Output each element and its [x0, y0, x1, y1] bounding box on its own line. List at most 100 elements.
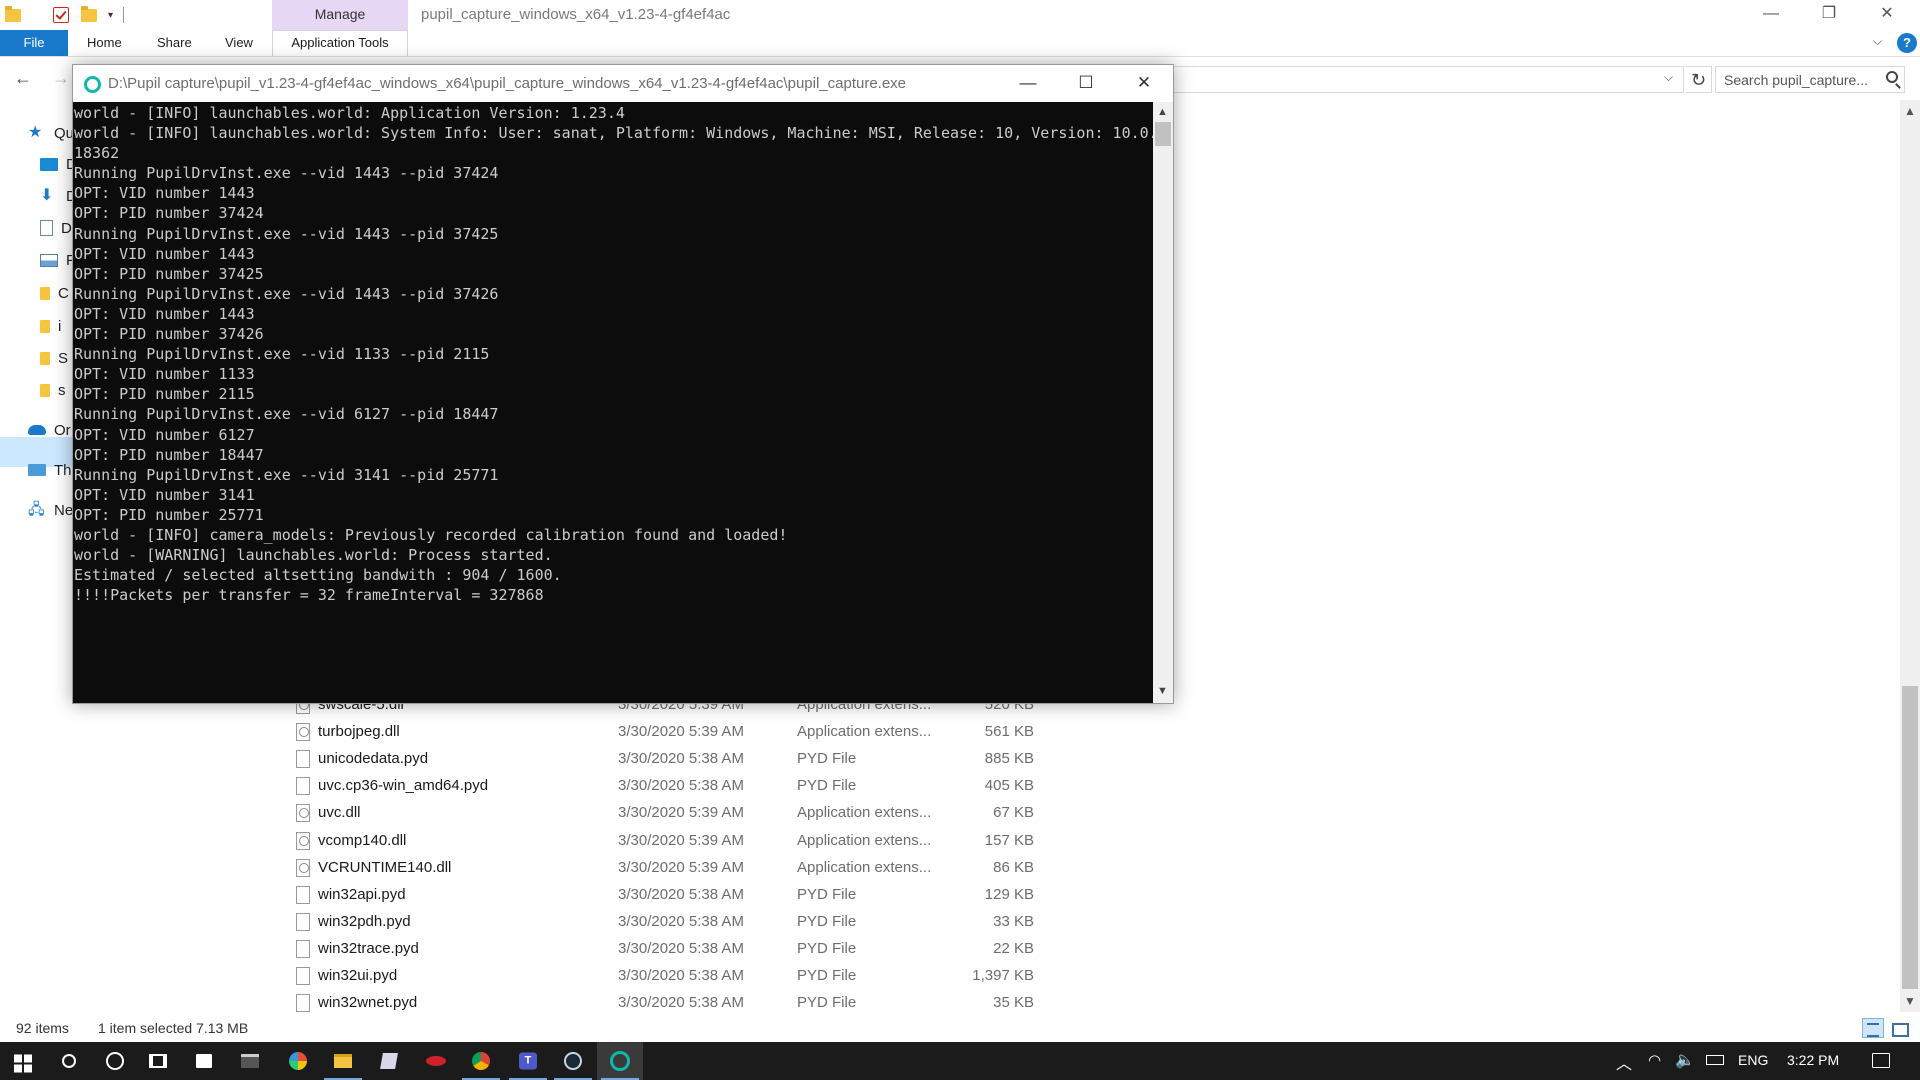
search-input[interactable]: Search pupil_capture... [1715, 66, 1905, 93]
nav-item[interactable]: S [40, 343, 68, 373]
battery-icon[interactable] [1706, 1055, 1724, 1065]
folder-icon [40, 286, 50, 300]
tab-home[interactable]: Home [87, 30, 122, 56]
notification-icon[interactable] [1872, 1053, 1890, 1068]
console-line: !!!!Packets per transfer = 32 frameInter… [74, 586, 544, 605]
ribbon-tabs: File Home Share View Application Tools ⌵… [0, 30, 1920, 56]
steam-taskbar-button[interactable] [550, 1042, 596, 1080]
wifi-icon[interactable]: ◠ [1648, 1051, 1661, 1069]
nav-item[interactable]: P [40, 245, 76, 275]
file-row[interactable]: uvc.dll 3/30/2020 5:39 AM Application exte… [290, 800, 1050, 827]
file-row[interactable]: win32pdh.pyd 3/30/2020 5:38 AM PYD File 33 … [290, 909, 1050, 936]
back-arrow-icon[interactable]: ← [14, 68, 32, 89]
search-placeholder: Search pupil_capture... [1724, 72, 1868, 88]
language-indicator[interactable]: ENG [1738, 1052, 1768, 1068]
console-line: OPT: PID number 25771 [74, 505, 264, 524]
pupil-capture-taskbar-button[interactable] [597, 1042, 643, 1080]
file-type: PYD File [797, 939, 857, 957]
manage-contextual-tab[interactable]: Manage [272, 0, 408, 30]
game-app-taskbar-button[interactable] [413, 1042, 459, 1080]
search-icon [62, 1054, 76, 1068]
file-size: 885 KB [984, 750, 1034, 768]
large-icons-view-icon[interactable] [1888, 1018, 1910, 1038]
tab-file[interactable]: File [0, 30, 68, 56]
chevron-up-icon[interactable]: ︿ [1616, 1050, 1632, 1074]
restore-button[interactable]: ❐ [1800, 0, 1858, 30]
refresh-icon[interactable]: ↻ [1686, 66, 1712, 93]
notes-taskbar-button[interactable] [366, 1042, 412, 1080]
tab-view[interactable]: View [225, 30, 253, 56]
file-row[interactable]: VCRUNTIME140.dll 3/30/2020 5:39 AM Applica… [290, 855, 1050, 882]
cortana-icon [106, 1052, 124, 1070]
file-row[interactable]: win32ui.pyd 3/30/2020 5:38 AM PYD File 1,39… [290, 963, 1050, 990]
file-row[interactable]: win32api.pyd 3/30/2020 5:38 AM PYD File 129… [290, 882, 1050, 909]
explorer-window-title: pupil_capture_windows_x64_v1.23-4-gf4ef4… [421, 6, 731, 23]
properties-icon[interactable] [52, 6, 70, 24]
console-scrollbar[interactable]: ▲ ▼ [1153, 102, 1173, 703]
tab-share[interactable]: Share [157, 30, 192, 56]
search-taskbar-button[interactable] [46, 1042, 92, 1080]
chevron-down-icon[interactable]: ⌵ [1664, 70, 1673, 85]
start-taskbar-button[interactable] [0, 1042, 46, 1080]
teams-taskbar-button[interactable]: T [505, 1042, 551, 1080]
console-output[interactable]: world - [INFO] launchables.world: Applic… [73, 102, 1153, 703]
toolbar-divider [123, 7, 125, 23]
file-explorer-taskbar-button[interactable] [320, 1042, 366, 1080]
cortana-taskbar-button[interactable] [92, 1042, 138, 1080]
file-date-modified: 3/30/2020 5:38 AM [618, 777, 744, 795]
task-view-taskbar-button[interactable] [135, 1042, 181, 1080]
scrollbar-thumb[interactable] [1902, 686, 1918, 989]
file-type: PYD File [797, 912, 857, 930]
file-row[interactable]: vcomp140.dll 3/30/2020 5:39 AM Application… [290, 828, 1050, 855]
nav-item[interactable]: Or [28, 415, 71, 445]
address-bar[interactable] [1170, 66, 1684, 93]
scroll-down-icon[interactable]: ▼ [1157, 685, 1168, 697]
tab-application-tools[interactable]: Application Tools [272, 30, 408, 56]
chevron-down-icon[interactable]: ⌵ [1873, 34, 1882, 49]
ribbon-divider [0, 56, 1920, 57]
file-icon [296, 912, 310, 931]
console-maximize-button[interactable]: ☐ [1057, 65, 1115, 102]
terminal-taskbar-button[interactable] [227, 1042, 273, 1080]
console-minimize-button[interactable]: — [999, 65, 1057, 102]
file-row[interactable]: unicodedata.pyd 3/30/2020 5:38 AM PYD File… [290, 746, 1050, 773]
dll-file-icon [296, 723, 310, 742]
nav-item-label: Qu [54, 124, 75, 142]
help-icon[interactable]: ? [1897, 33, 1917, 53]
console-close-button[interactable]: ✕ [1115, 65, 1173, 102]
store-icon [196, 1054, 212, 1068]
console-line: OPT: VID number 3141 [74, 485, 255, 504]
scroll-down-icon[interactable]: ▼ [1904, 994, 1916, 1008]
pinwheel-app-taskbar-button[interactable] [275, 1042, 321, 1080]
file-row[interactable]: turbojpeg.dll 3/30/2020 5:39 AM Applicatio… [290, 719, 1050, 746]
file-name: uvc.cp36-win_amd64.pyd [318, 777, 489, 795]
close-button[interactable]: ✕ [1858, 0, 1916, 30]
nav-item[interactable]: D [40, 213, 72, 243]
console-title-bar: D:\Pupil capture\pupil_v1.23-4-gf4ef4ac_… [73, 65, 1173, 102]
scrollbar-thumb[interactable] [1155, 122, 1171, 146]
steam-icon [564, 1052, 582, 1070]
console-line: world - [WARNING] launchables.world: Pro… [74, 546, 553, 565]
forward-arrow-icon[interactable]: → [52, 68, 70, 89]
store-taskbar-button[interactable] [181, 1042, 227, 1080]
nav-item[interactable]: Th [28, 455, 72, 485]
new-folder-icon[interactable] [80, 6, 98, 24]
nav-item[interactable]: 🖧 Ne [28, 495, 73, 525]
customize-quick-access-icon[interactable]: ▾ [108, 10, 113, 21]
nav-item[interactable]: i [40, 311, 61, 341]
minimize-button[interactable]: — [1742, 0, 1800, 30]
clock[interactable]: 3:22 PM [1787, 1052, 1839, 1068]
file-row[interactable]: win32trace.pyd 3/30/2020 5:38 AM PYD File 2… [290, 936, 1050, 963]
volume-icon[interactable]: 🔈 [1675, 1050, 1695, 1070]
chrome-taskbar-button[interactable] [458, 1042, 504, 1080]
file-date-modified: 3/30/2020 5:38 AM [618, 939, 744, 957]
nav-item[interactable]: s [40, 375, 66, 405]
scroll-up-icon[interactable]: ▲ [1157, 106, 1168, 118]
console-line: Estimated / selected altsetting bandwith… [74, 566, 562, 585]
scroll-up-icon[interactable]: ▲ [1904, 104, 1916, 118]
file-row[interactable]: uvc.cp36-win_amd64.pyd 3/30/2020 5:38 AM P… [290, 773, 1050, 800]
details-view-icon[interactable] [1862, 1018, 1884, 1038]
nav-item[interactable]: ★ Qu [28, 118, 74, 148]
console-line: Running PupilDrvInst.exe --vid 1443 --pi… [74, 284, 499, 303]
nav-item[interactable]: C [40, 278, 69, 308]
